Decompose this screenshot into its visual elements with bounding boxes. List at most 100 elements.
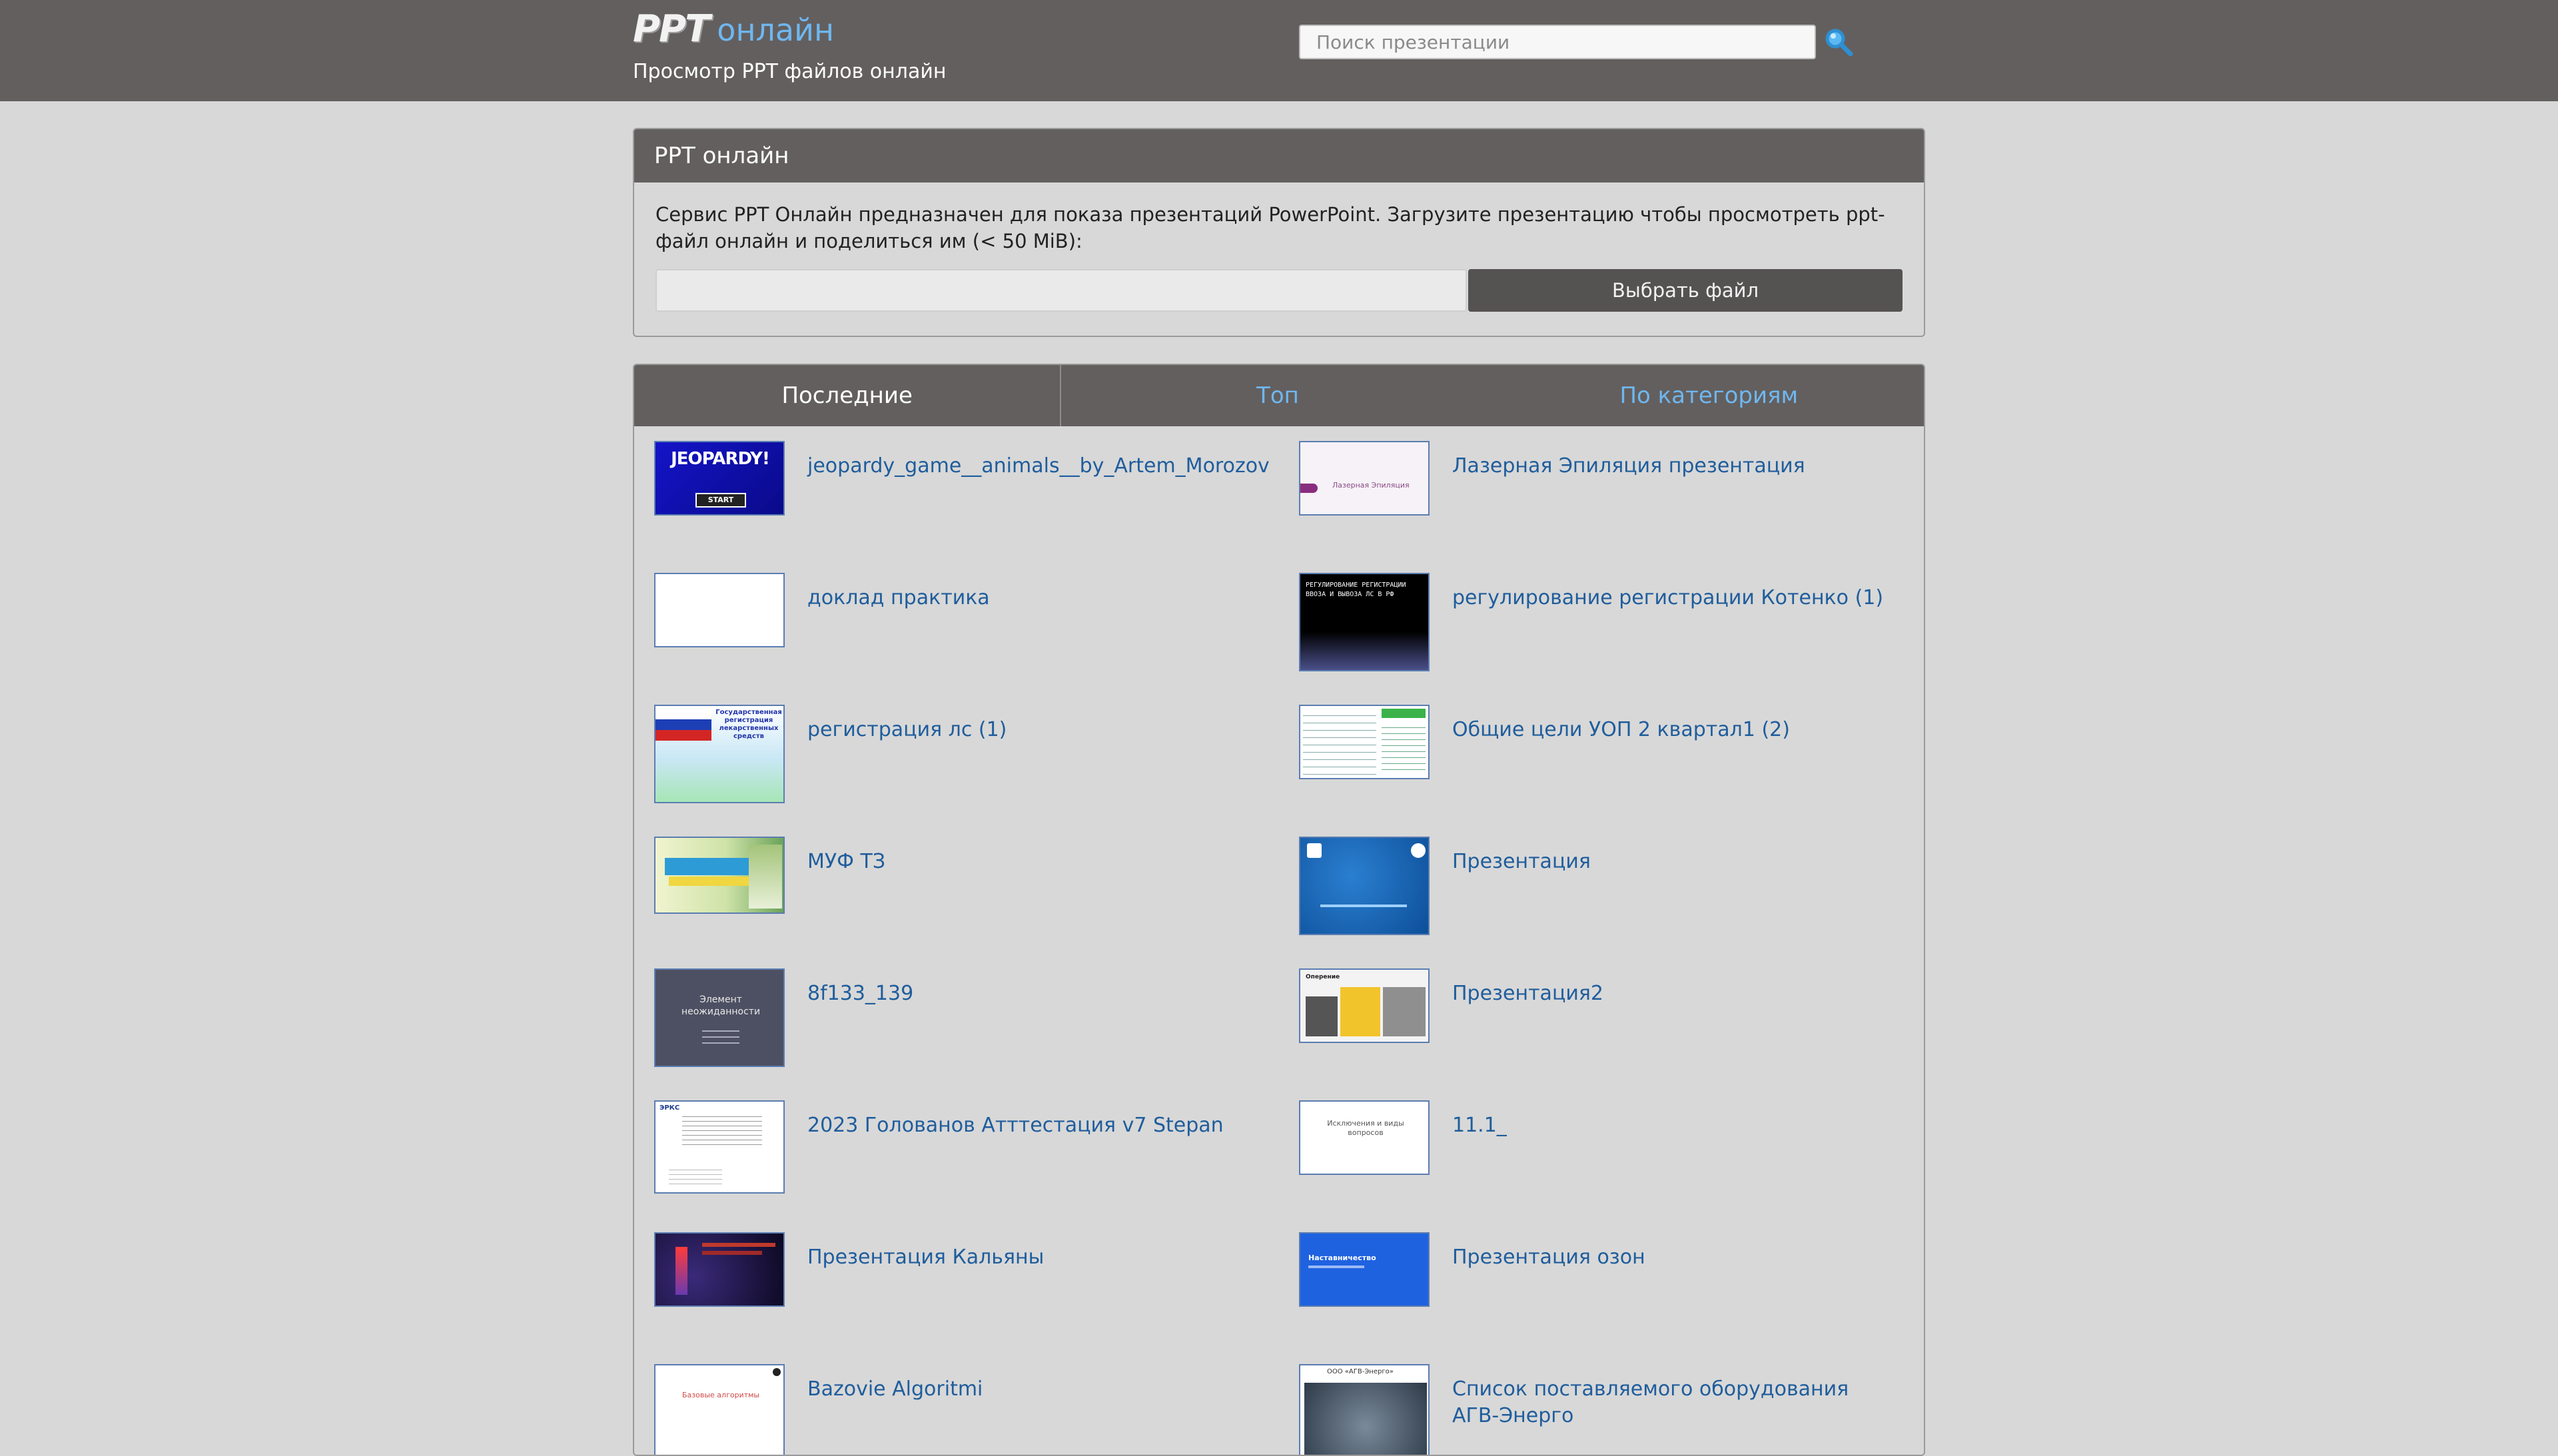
logo-word: онлайн (717, 12, 835, 48)
presentation-thumbnail[interactable] (1299, 837, 1430, 935)
thumbnail-logo (1307, 843, 1322, 858)
presentation-thumbnail[interactable]: Государственная регистрация лекарственны… (654, 705, 785, 803)
thumbnail-photo (1383, 987, 1426, 1036)
search-icon (1825, 29, 1853, 57)
presentation-title[interactable]: МУФ ТЗ (807, 849, 1247, 875)
thumbnail-line (1308, 1266, 1364, 1268)
list-item: Государственная регистрация лекарственны… (654, 705, 1254, 825)
list-item: ЭРКС 2023 Голованов Атттестация v7 Stepa… (654, 1100, 1254, 1220)
flag-white (655, 709, 711, 719)
upload-panel: PPT онлайн Сервис PPT Онлайн предназначе… (633, 128, 1925, 337)
list-item: Элемент неожиданности 8f133_139 (654, 968, 1254, 1088)
upload-panel-body: Сервис PPT Онлайн предназначен для показ… (634, 182, 1924, 330)
header-inner: PPT онлайн Просмотр PPT файлов онлайн (633, 0, 1925, 101)
list-item: Оперение Презентация2 (1299, 968, 1899, 1088)
presentation-title[interactable]: Презентация (1452, 849, 1892, 875)
presentation-thumbnail[interactable]: Исключения и виды вопросов (1299, 1100, 1430, 1175)
thumbnail-photo (1306, 996, 1338, 1036)
choose-file-button[interactable]: Выбрать файл (1468, 269, 1903, 312)
flag-blue (655, 719, 711, 730)
presentation-thumbnail[interactable]: ЭРКС (654, 1100, 785, 1194)
presentation-thumbnail[interactable]: РЕГУЛИРОВАНИЕ РЕГИСТРАЦИИ ВВОЗА И ВЫВОЗА… (1299, 573, 1430, 671)
thumbnail-lines (682, 1112, 762, 1146)
presentation-thumbnail[interactable] (654, 837, 785, 914)
thumbnail-text: JEOPARDY! (671, 449, 770, 469)
logo-mark: PPT (633, 7, 710, 51)
upload-description: Сервис PPT Онлайн предназначен для показ… (655, 203, 1885, 252)
site-logo[interactable]: PPT онлайн (633, 7, 835, 51)
thumbnail-text: РЕГУЛИРОВАНИЕ РЕГИСТРАЦИИ ВВОЗА И ВЫВОЗА… (1306, 581, 1406, 598)
thumbnail-text: ООО «АГВ-Энерго» (1327, 1368, 1394, 1375)
thumbnail-photo (1340, 987, 1380, 1036)
presentation-thumbnail[interactable]: Оперение (1299, 968, 1430, 1043)
presentation-title[interactable]: Общие цели УОП 2 квартал1 (2) (1452, 717, 1892, 743)
presentation-thumbnail[interactable] (654, 1232, 785, 1307)
presentation-thumbnail[interactable]: ООО «АГВ-Энерго» (1299, 1364, 1430, 1455)
list-item: МУФ ТЗ (654, 837, 1254, 956)
thumbnail-line (702, 1243, 775, 1247)
thumbnail-text: Элемент неожиданности (681, 994, 761, 1017)
presentation-title[interactable]: Список поставляемого оборудования АГВ-Эн… (1452, 1376, 1892, 1429)
presentation-title[interactable]: Bazovie Algoritmi (807, 1376, 1247, 1403)
thumbnail-text: START (695, 493, 746, 508)
thumbnail-banner (669, 877, 751, 886)
presentation-title[interactable]: Лазерная Эпиляция презентация (1452, 453, 1892, 480)
thumbnail-logo (1411, 843, 1426, 858)
thumbnail-accent (1300, 484, 1318, 493)
list-item: Презентация Кальяны (654, 1232, 1254, 1352)
presentation-title[interactable]: регистрация лс (1) (807, 717, 1247, 743)
thumbnail-text: Базовые алгоритмы (682, 1391, 760, 1399)
list-item: Исключения и виды вопросов 11.1_ (1299, 1100, 1899, 1220)
list-item: Наставничество Презентация озон (1299, 1232, 1899, 1352)
list-item: Лазерная Эпиляция Лазерная Эпиляция през… (1299, 441, 1899, 561)
presentation-thumbnail[interactable]: Элемент неожиданности (654, 968, 785, 1067)
thumbnail-line (1320, 905, 1407, 907)
presentation-thumbnail[interactable] (654, 573, 785, 647)
thumbnail-text: Наставничество (1308, 1254, 1376, 1262)
upload-row: Выбрать файл (655, 269, 1903, 312)
search-input[interactable] (1299, 25, 1816, 59)
presentation-thumbnail[interactable]: Базовые алгоритмы (654, 1364, 785, 1455)
presentation-thumbnail[interactable]: Наставничество (1299, 1232, 1430, 1307)
thumbnail-text: Оперение (1306, 974, 1340, 980)
thumbnail-text: ЭРКС (659, 1104, 680, 1112)
presentation-tabs: Последние Топ По категориям (634, 365, 1924, 426)
presentation-title[interactable]: Презентация2 (1452, 980, 1892, 1007)
thumbnail-text: Лазерная Эпиляция (1332, 481, 1410, 490)
thumbnail-photo (1304, 1383, 1427, 1455)
flag-red (655, 730, 711, 741)
site-tagline: Просмотр PPT файлов онлайн (633, 60, 947, 83)
presentation-title[interactable]: 2023 Голованов Атттестация v7 Stepan (807, 1112, 1247, 1139)
list-item: РЕГУЛИРОВАНИЕ РЕГИСТРАЦИИ ВВОЗА И ВЫВОЗА… (1299, 573, 1899, 693)
search-button[interactable] (1820, 23, 1857, 61)
presentation-title[interactable]: Презентация Кальяны (807, 1244, 1247, 1271)
thumbnail-text: Исключения и виды вопросов (1327, 1119, 1404, 1137)
thumbnail-table (1382, 722, 1426, 775)
list-item: ООО «АГВ-Энерго» Список поставляемого об… (1299, 1364, 1899, 1455)
presentation-thumbnail[interactable]: Лазерная Эпиляция (1299, 441, 1430, 516)
upload-panel-title: PPT онлайн (634, 129, 1924, 182)
thumbnail-text: Государственная регистрация лекарственны… (715, 709, 782, 740)
file-path-field[interactable] (655, 269, 1468, 312)
presentation-title[interactable]: регулирование регистрации Котенко (1) (1452, 585, 1892, 611)
presentation-thumbnail[interactable]: JEOPARDY! START (654, 441, 785, 516)
thumbnail-line (702, 1251, 762, 1255)
thumbnail-photo (749, 845, 782, 909)
list-item: JEOPARDY! START jeopardy_game__animals__… (654, 441, 1270, 561)
list-item: Презентация (1299, 837, 1899, 956)
presentations-panel: Последние Топ По категориям JEOPARDY! ST… (633, 364, 1925, 1456)
presentation-title[interactable]: доклад практика (807, 585, 1247, 611)
presentation-title[interactable]: 11.1_ (1452, 1112, 1892, 1139)
presentation-title[interactable]: Презентация озон (1452, 1244, 1892, 1271)
thumbnail-lines (702, 1026, 739, 1048)
thumbnail-table (1303, 709, 1376, 775)
tab-top[interactable]: Топ (1061, 365, 1493, 426)
presentation-title[interactable]: 8f133_139 (807, 980, 1247, 1007)
presentation-title[interactable]: jeopardy_game__animals__by_Artem_Morozov (807, 453, 1270, 480)
thumbnail-shape (675, 1247, 687, 1295)
tab-latest[interactable]: Последние (634, 365, 1062, 426)
list-item: Базовые алгоритмы Bazovie Algoritmi (654, 1364, 1254, 1455)
presentation-thumbnail[interactable] (1299, 705, 1430, 779)
thumbnail-banner (665, 858, 753, 875)
tab-categories[interactable]: По категориям (1494, 365, 1924, 426)
